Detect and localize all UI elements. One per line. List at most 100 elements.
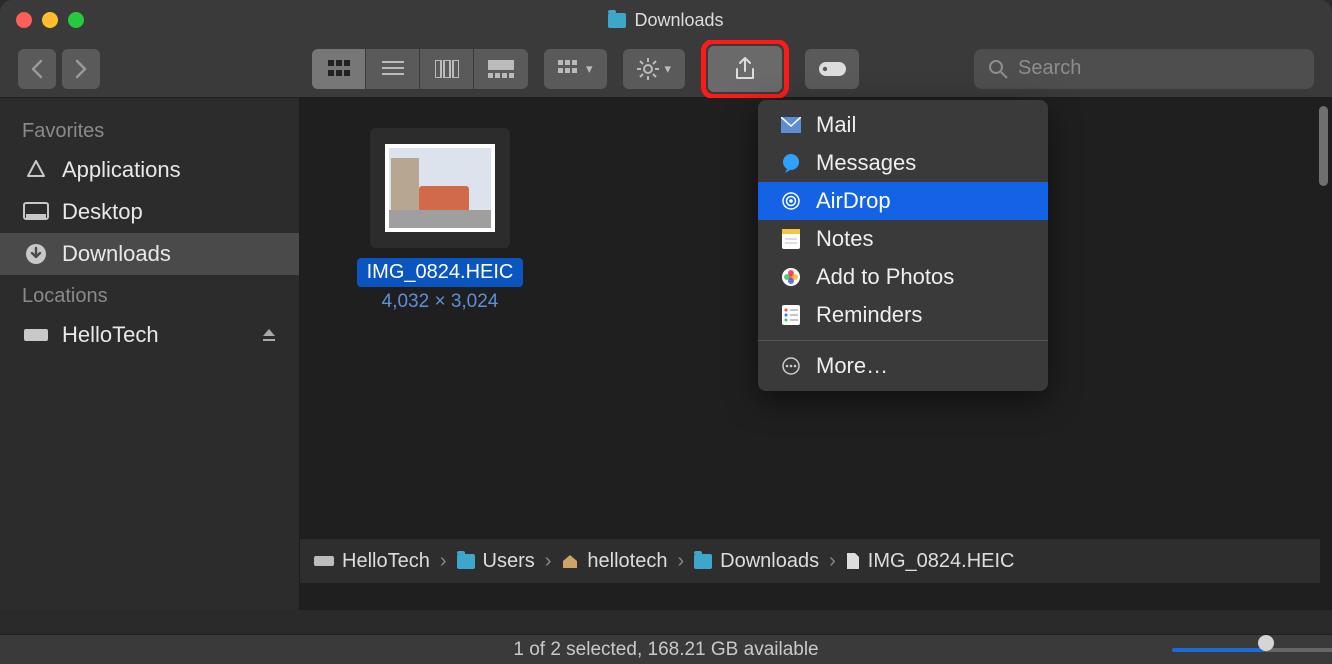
action-menu-button[interactable]: ▾ xyxy=(623,49,686,89)
more-icon xyxy=(780,355,802,377)
status-bar: 1 of 2 selected, 168.21 GB available xyxy=(0,634,1332,664)
toolbar: ▾ ▾ xyxy=(0,40,1332,98)
sidebar-item-label: Desktop xyxy=(62,199,143,225)
share-button-highlight xyxy=(701,39,789,99)
crumb-label: hellotech xyxy=(587,550,667,573)
search-icon xyxy=(988,59,1008,79)
crumb-hellotech-home[interactable]: hellotech xyxy=(561,550,667,573)
gallery-view-button[interactable] xyxy=(474,49,528,89)
share-menu-notes[interactable]: Notes xyxy=(758,220,1048,258)
menu-item-label: AirDrop xyxy=(816,188,891,214)
minimize-window-button[interactable] xyxy=(42,12,58,28)
menu-item-label: Mail xyxy=(816,112,856,138)
downloads-folder-icon xyxy=(608,13,626,28)
grid-icon xyxy=(328,60,350,78)
tags-button[interactable] xyxy=(805,49,859,89)
crumb-separator: › xyxy=(440,550,447,573)
crumb-label: IMG_0824.HEIC xyxy=(868,550,1015,573)
slider-thumb[interactable] xyxy=(1258,635,1274,651)
menu-separator xyxy=(758,340,1048,341)
downloads-icon xyxy=(22,243,50,265)
scrollbar-thumb[interactable] xyxy=(1319,106,1328,186)
gear-icon xyxy=(637,58,659,80)
reminders-icon xyxy=(780,304,802,326)
file-dimensions: 4,032 × 3,024 xyxy=(350,291,530,313)
messages-icon xyxy=(780,152,802,174)
crumb-separator: › xyxy=(545,550,552,573)
gallery-icon xyxy=(488,60,514,78)
disk-icon xyxy=(22,324,50,346)
search-input[interactable] xyxy=(1018,57,1300,80)
home-icon xyxy=(561,553,579,569)
sidebar-item-desktop[interactable]: Desktop xyxy=(0,191,299,233)
tag-icon xyxy=(817,60,847,78)
eject-icon[interactable] xyxy=(261,327,277,343)
photos-icon xyxy=(780,266,802,288)
crumb-separator: › xyxy=(829,550,836,573)
sidebar-item-label: Applications xyxy=(62,157,181,183)
file-name: IMG_0824.HEIC xyxy=(357,258,524,287)
view-mode-segment xyxy=(312,49,528,89)
share-button[interactable] xyxy=(708,46,782,92)
list-icon xyxy=(382,60,404,78)
sidebar-item-applications[interactable]: Applications xyxy=(0,149,299,191)
file-tile[interactable]: IMG_0824.HEIC 4,032 × 3,024 xyxy=(350,128,530,313)
crumb-label: Users xyxy=(483,550,535,573)
menu-item-label: Reminders xyxy=(816,302,922,328)
path-bar: HelloTech › Users › hellotech › Download… xyxy=(300,538,1320,583)
columns-icon xyxy=(435,60,459,78)
airdrop-icon xyxy=(780,190,802,212)
file-thumbnail xyxy=(385,144,495,232)
crumb-separator: › xyxy=(677,550,684,573)
menu-item-label: More… xyxy=(816,353,888,379)
file-icon xyxy=(846,552,860,570)
list-view-button[interactable] xyxy=(366,49,420,89)
chevron-right-icon xyxy=(74,59,88,79)
slider-track xyxy=(1172,648,1302,652)
menu-item-label: Messages xyxy=(816,150,916,176)
sidebar-item-downloads[interactable]: Downloads xyxy=(0,233,299,275)
share-menu-messages[interactable]: Messages xyxy=(758,144,1048,182)
share-menu-reminders[interactable]: Reminders xyxy=(758,296,1048,334)
sidebar-item-hellotech[interactable]: HelloTech xyxy=(0,314,299,356)
crumb-users[interactable]: Users xyxy=(457,550,535,573)
maximize-window-button[interactable] xyxy=(68,12,84,28)
locations-section-label: Locations xyxy=(0,275,299,314)
share-menu-airdrop[interactable]: AirDrop xyxy=(758,182,1048,220)
share-menu-add-to-photos[interactable]: Add to Photos xyxy=(758,258,1048,296)
nav-buttons xyxy=(18,49,100,89)
favorites-section-label: Favorites xyxy=(0,110,299,149)
crumb-downloads[interactable]: Downloads xyxy=(694,550,819,573)
group-grid-icon xyxy=(558,60,580,78)
chevron-down-icon: ▾ xyxy=(586,61,593,77)
icon-view-button[interactable] xyxy=(312,49,366,89)
crumb-file[interactable]: IMG_0824.HEIC xyxy=(846,550,1015,573)
downloads-folder-icon xyxy=(694,554,712,569)
group-by-button[interactable]: ▾ xyxy=(544,49,607,89)
mail-icon xyxy=(780,114,802,136)
column-view-button[interactable] xyxy=(420,49,474,89)
sidebar-item-label: Downloads xyxy=(62,241,171,267)
back-button[interactable] xyxy=(18,49,56,89)
share-menu: Mail Messages AirDrop Notes Add to Photo… xyxy=(758,100,1048,391)
desktop-icon xyxy=(22,201,50,223)
share-menu-mail[interactable]: Mail xyxy=(758,106,1048,144)
crumb-hellotech[interactable]: HelloTech xyxy=(314,550,430,573)
disk-icon xyxy=(314,554,334,568)
main-row: Favorites Applications Desktop Downloads… xyxy=(0,98,1332,610)
forward-button[interactable] xyxy=(62,49,100,89)
status-text: 1 of 2 selected, 168.21 GB available xyxy=(513,639,818,661)
share-menu-more[interactable]: More… xyxy=(758,347,1048,385)
icon-size-slider[interactable] xyxy=(1172,641,1302,659)
crumb-label: Downloads xyxy=(720,550,819,573)
menu-item-label: Notes xyxy=(816,226,873,252)
chevron-down-icon: ▾ xyxy=(665,61,672,77)
window-controls xyxy=(0,12,84,28)
search-field-wrap[interactable] xyxy=(974,49,1314,89)
close-window-button[interactable] xyxy=(16,12,32,28)
share-icon xyxy=(733,56,757,82)
notes-icon xyxy=(780,228,802,250)
titlebar: Downloads xyxy=(0,0,1332,40)
sidebar: Favorites Applications Desktop Downloads… xyxy=(0,98,300,610)
folder-icon xyxy=(457,554,475,569)
